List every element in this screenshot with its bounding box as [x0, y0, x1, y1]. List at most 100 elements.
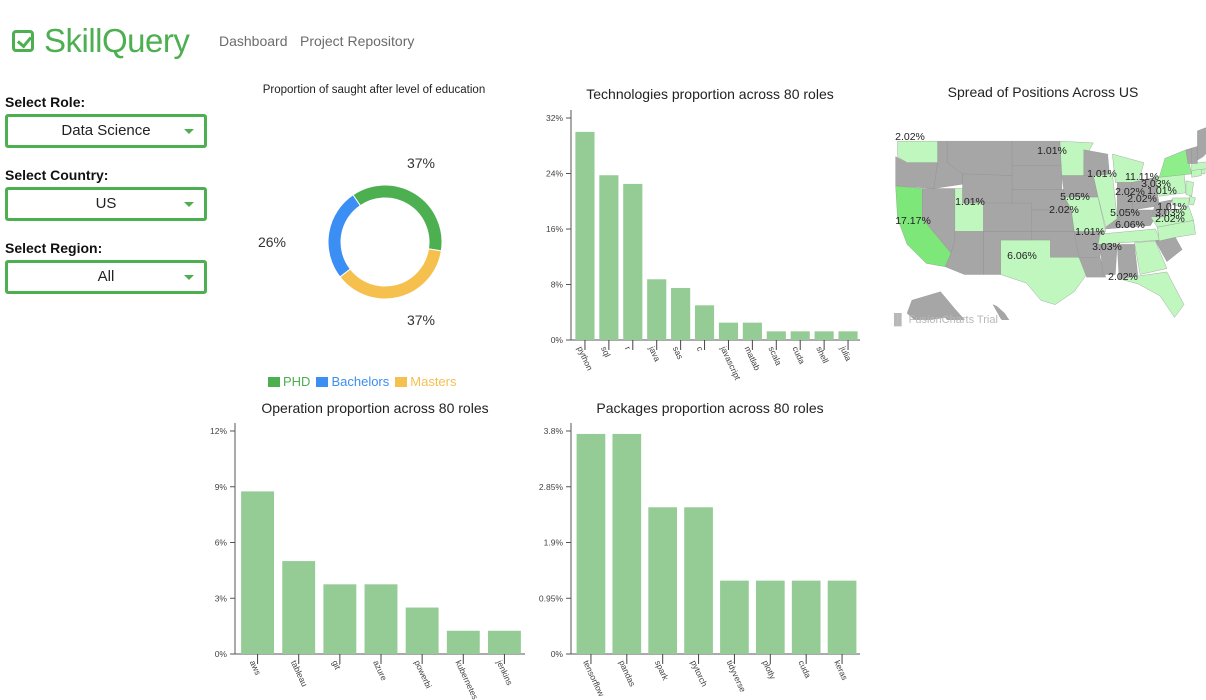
x-tick-label: tidyverse — [725, 659, 749, 694]
bar-cuda[interactable] — [790, 331, 810, 340]
y-tick-label: 16% — [546, 224, 563, 234]
x-tick-label: spark — [653, 659, 671, 683]
y-tick-label: 12% — [210, 426, 227, 436]
region-select[interactable]: All — [5, 260, 207, 294]
role-label: Select Role: — [5, 94, 86, 110]
x-tick-label: julia — [838, 344, 854, 363]
x-tick-label: pytorch — [689, 659, 710, 689]
bar-aws[interactable] — [241, 491, 275, 654]
state-nj[interactable] — [1185, 180, 1194, 197]
state-sd[interactable] — [1011, 165, 1063, 190]
bar-pandas[interactable] — [612, 433, 642, 654]
map-label-mi: 1.01% — [1087, 168, 1117, 180]
bar-keras[interactable] — [827, 580, 857, 654]
country-label: Select Country: — [5, 167, 109, 183]
x-tick-label: tableau — [289, 659, 310, 689]
map-label-il: 5.05% — [1060, 191, 1090, 203]
state-wa[interactable] — [897, 141, 938, 163]
bar-plotly[interactable] — [755, 580, 785, 654]
y-tick-label: 0% — [215, 649, 228, 659]
x-tick-label: shell — [814, 345, 830, 365]
donut-slice-masters[interactable] — [339, 248, 442, 300]
bar-kubernetes[interactable] — [446, 630, 480, 654]
bar-sas[interactable] — [671, 287, 691, 340]
donut-label-bachelors: 26% — [258, 234, 286, 250]
legend-item-masters[interactable]: Masters — [395, 374, 457, 389]
x-tick-label: plotly — [760, 659, 778, 682]
bar-javascript[interactable] — [718, 322, 739, 340]
legend-item-phd[interactable]: PHD — [268, 374, 310, 389]
x-tick-label: java — [646, 344, 662, 364]
bar-scala[interactable] — [766, 331, 786, 340]
app-name: SkillQuery — [44, 22, 190, 59]
map-label-tn: 1.01% — [1075, 226, 1105, 238]
x-tick-label: aws — [248, 659, 263, 677]
y-tick-label: 1.9% — [544, 538, 564, 548]
chevron-down-icon — [184, 129, 194, 134]
state-me[interactable] — [1197, 126, 1206, 161]
bar-tableau[interactable] — [282, 561, 316, 654]
bar-java[interactable] — [647, 279, 667, 340]
state-ri[interactable] — [1201, 168, 1206, 175]
x-tick-label: scala — [766, 345, 784, 367]
bar-c[interactable] — [694, 305, 715, 340]
bar-r[interactable] — [623, 183, 643, 340]
bar-spark[interactable] — [648, 507, 678, 654]
y-tick-label: 3% — [215, 593, 228, 603]
donut-slice-phd[interactable] — [352, 184, 443, 252]
nav-dashboard[interactable]: Dashboard — [219, 33, 288, 49]
technologies-bar-chart: 0% 8% 16% 24% 32% python sql r java sas c javascrip… — [546, 110, 860, 382]
us-positions-map: 2.02%17.17%1.01%6.06%1.01%1.01%5.05%2.02… — [895, 126, 1206, 320]
nav-project-repository[interactable]: Project Repository — [300, 33, 414, 49]
fusioncharts-watermark[interactable]: ▐▌ FusionCharts Trial — [890, 314, 998, 326]
x-tick-label: javascript — [718, 344, 743, 382]
bar-jenkins[interactable] — [487, 630, 521, 654]
region-label: Select Region: — [5, 240, 103, 256]
y-tick-label: 24% — [546, 169, 563, 179]
x-tick-label: cuda — [796, 659, 813, 680]
bar-tidyverse[interactable] — [720, 580, 749, 654]
country-select[interactable]: US — [5, 187, 207, 221]
state-co[interactable] — [983, 202, 1032, 232]
x-tick-label: keras — [832, 659, 850, 682]
bar-julia[interactable] — [838, 331, 858, 340]
operations-chart-title: Operation proportion across 80 roles — [261, 400, 489, 416]
region-field: Select Region: All — [5, 238, 207, 294]
bar-powerbi[interactable] — [405, 607, 439, 654]
header: SkillQuery Dashboard Project Repository — [0, 0, 1206, 80]
legend-item-bachelors[interactable]: Bachelors — [316, 374, 389, 389]
us-map-title: Spread of Positions Across US — [947, 84, 1139, 100]
x-tick-label: git — [330, 659, 343, 672]
map-label-mo: 2.02% — [1049, 204, 1079, 216]
y-tick-label: 32% — [546, 113, 563, 123]
map-label-ut: 1.01% — [955, 196, 985, 208]
donut-slice-bachelors[interactable] — [327, 194, 361, 278]
x-tick-label: c — [695, 345, 706, 354]
x-tick-label: pandas — [617, 659, 638, 689]
state-nh[interactable] — [1191, 146, 1198, 164]
bar-cuda[interactable] — [791, 580, 821, 654]
bar-chart-icon: ▐▌ — [890, 314, 906, 326]
bar-matlab[interactable] — [742, 322, 762, 340]
legend-swatch — [316, 376, 329, 387]
x-tick-label: azure — [371, 659, 389, 683]
state-de[interactable] — [1189, 196, 1196, 206]
bar-git[interactable] — [323, 584, 357, 654]
bar-shell[interactable] — [814, 331, 834, 340]
bar-sql[interactable] — [599, 175, 619, 340]
bar-python[interactable] — [575, 131, 595, 340]
map-label-tx: 6.06% — [1007, 250, 1037, 262]
bar-azure[interactable] — [364, 584, 398, 654]
y-tick-label: 0% — [551, 335, 564, 345]
y-tick-label: 3.8% — [544, 426, 564, 436]
y-tick-label: 9% — [215, 482, 228, 492]
operations-bar-chart: 0% 3% 6% 9% 12% aws tableau git azure powerbi kube… — [210, 423, 525, 700]
bar-pytorch[interactable] — [684, 507, 713, 654]
bar-tensorflow[interactable] — [576, 433, 606, 654]
x-tick-label: kubernetes — [453, 659, 480, 700]
region-select-value: All — [97, 268, 115, 285]
map-label-nc: 6.06% — [1115, 219, 1145, 231]
app-logo[interactable]: SkillQuery — [12, 22, 190, 60]
role-select[interactable]: Data Science — [5, 114, 207, 148]
x-tick-label: r — [623, 345, 633, 352]
